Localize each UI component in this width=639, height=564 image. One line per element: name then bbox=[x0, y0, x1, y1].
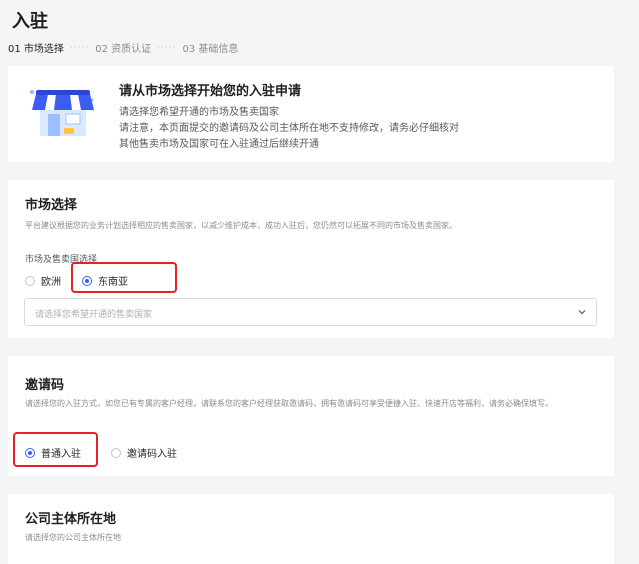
radio-circle[interactable] bbox=[111, 447, 121, 458]
country-select-placeholder: 请选择您希望开通的售卖国家 bbox=[35, 310, 153, 320]
chevron-down-icon bbox=[578, 310, 586, 315]
step-separator: ····· bbox=[69, 42, 90, 53]
step-basic-info[interactable]: 03 基础信息 bbox=[182, 40, 238, 55]
page-title: 入驻 bbox=[12, 11, 48, 32]
step-separator: ····· bbox=[157, 42, 177, 53]
step-indicator: 01 市场选择 ····· 02 资质认证 ····· 03 基础信息 bbox=[8, 40, 238, 56]
market-section: 市场选择 平台建议根据您的业务计划选择相应的售卖国家，以减少维护成本，成功入驻后… bbox=[8, 180, 614, 338]
invite-section: 邀请码 请选择您的入驻方式，如您已有专属的客户经理，请联系您的客户经理获取邀请码… bbox=[8, 356, 614, 476]
radio-invite-code-entry-label: 邀请码入驻 bbox=[127, 449, 177, 460]
invite-description: 请选择您的入驻方式，如您已有专属的客户经理，请联系您的客户经理获取邀请码，拥有邀… bbox=[25, 399, 553, 408]
storefront-icon bbox=[30, 90, 94, 136]
highlight-box bbox=[13, 432, 98, 467]
company-description: 请选择您的公司主体所在地 bbox=[25, 533, 121, 542]
company-section: 公司主体所在地 请选择您的公司主体所在地 bbox=[8, 494, 614, 564]
highlight-box bbox=[71, 262, 177, 293]
radio-invite-code-entry[interactable]: 邀请码入驻 bbox=[111, 445, 177, 460]
intro-line: 请选择您希望开通的市场及售卖国家 bbox=[119, 107, 279, 118]
country-select[interactable]: 请选择您希望开通的售卖国家 bbox=[24, 298, 597, 326]
company-title: 公司主体所在地 bbox=[25, 512, 117, 527]
step-market[interactable]: 01 市场选择 bbox=[8, 40, 64, 55]
market-title: 市场选择 bbox=[25, 198, 78, 213]
market-description: 平台建议根据您的业务计划选择相应的售卖国家，以减少维护成本，成功入驻后，您仍然可… bbox=[25, 221, 457, 230]
radio-europe-label: 欧洲 bbox=[41, 277, 61, 288]
step-qualification[interactable]: 02 资质认证 bbox=[95, 40, 151, 55]
intro-line: 请注意，本页面提交的邀请码及公司主体所在地不支持修改，请务必仔细核对 bbox=[119, 123, 459, 134]
intro-card: 请从市场选择开始您的入驻申请 请选择您希望开通的市场及售卖国家 请注意，本页面提… bbox=[8, 66, 614, 162]
radio-europe[interactable]: 欧洲 bbox=[25, 273, 61, 288]
radio-circle[interactable] bbox=[25, 275, 35, 286]
intro-heading: 请从市场选择开始您的入驻申请 bbox=[119, 84, 302, 99]
invite-title: 邀请码 bbox=[25, 378, 65, 393]
intro-line: 其他售卖市场及国家可在入驻通过后继续开通 bbox=[119, 139, 319, 150]
